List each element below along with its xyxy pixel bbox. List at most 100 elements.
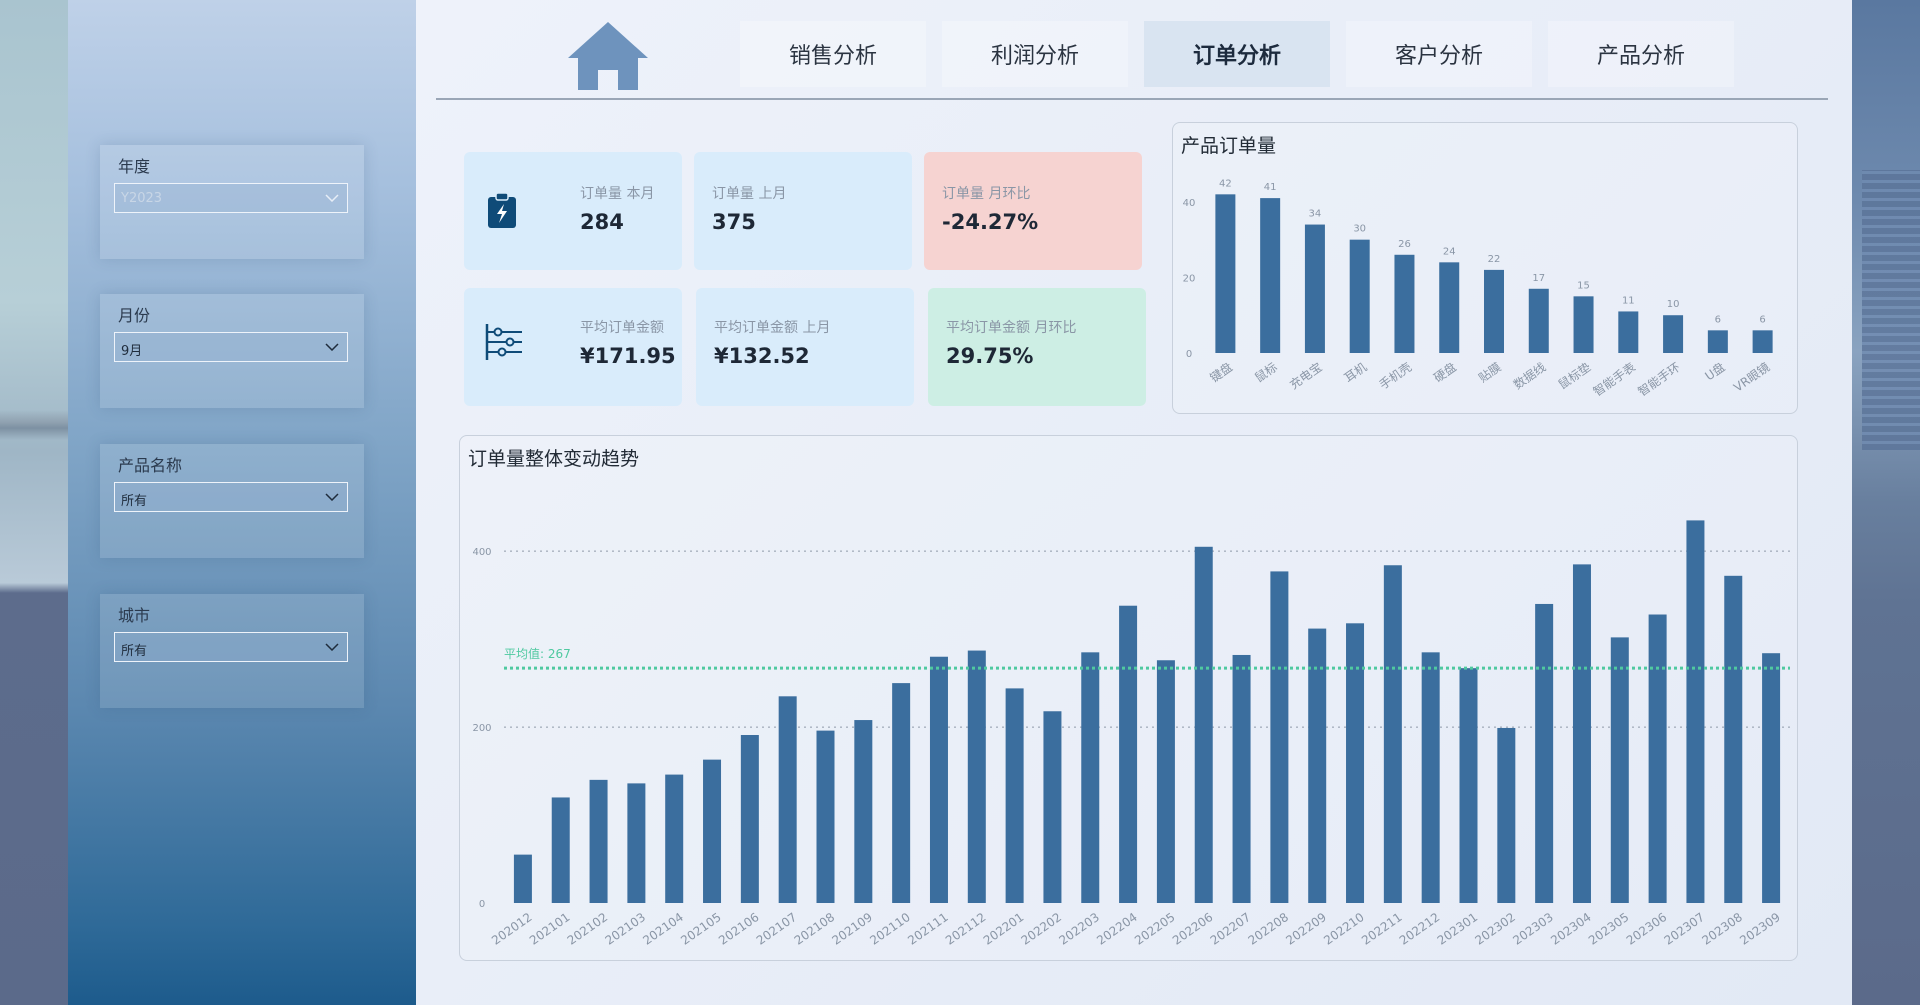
x-tick-label: 202110 bbox=[867, 910, 913, 948]
kpi-label: 平均订单金额 bbox=[580, 320, 664, 336]
kpi-orders-mom: 订单量 月环比 -24.27% bbox=[924, 152, 1142, 270]
x-tick-label: 202104 bbox=[640, 910, 686, 948]
data-label: 26 bbox=[1398, 239, 1411, 250]
x-tick-label: 202108 bbox=[792, 910, 838, 948]
month-select[interactable]: 9月 bbox=[114, 332, 348, 362]
bar bbox=[513, 854, 532, 903]
bar bbox=[854, 720, 873, 903]
bar bbox=[1648, 614, 1667, 903]
x-tick-label: 202209 bbox=[1283, 910, 1329, 948]
kpi-value: -24.27% bbox=[942, 210, 1039, 234]
bar bbox=[1260, 198, 1281, 353]
x-tick-label: 耳机 bbox=[1342, 360, 1370, 385]
x-tick-label: 202205 bbox=[1132, 910, 1178, 948]
average-line-label: 平均值: 267 bbox=[504, 646, 571, 661]
bar bbox=[1484, 269, 1504, 353]
bar bbox=[1270, 571, 1289, 903]
bar bbox=[1346, 623, 1365, 903]
bar bbox=[1459, 668, 1478, 903]
bar bbox=[1308, 628, 1327, 903]
bar bbox=[1081, 652, 1100, 903]
bar bbox=[1663, 315, 1684, 353]
kpi-label: 平均订单金额 上月 bbox=[714, 320, 831, 336]
background-bridge bbox=[0, 410, 68, 440]
filter-label-city: 城市 bbox=[118, 606, 151, 625]
data-label: 6 bbox=[1715, 314, 1721, 325]
x-tick-label: 202201 bbox=[981, 910, 1027, 948]
x-tick-label: 202207 bbox=[1208, 910, 1254, 948]
year-select[interactable]: Y2023 bbox=[114, 183, 348, 213]
data-label: 24 bbox=[1443, 246, 1456, 257]
x-tick-label: 202304 bbox=[1548, 910, 1594, 948]
bar bbox=[1005, 688, 1024, 903]
background-building bbox=[1862, 170, 1920, 450]
city-select[interactable]: 所有 bbox=[114, 632, 348, 662]
data-label: 30 bbox=[1353, 224, 1366, 235]
bar bbox=[892, 683, 911, 903]
kpi-label: 订单量 月环比 bbox=[942, 186, 1031, 202]
data-label: 6 bbox=[1759, 314, 1765, 325]
x-tick-label: 202203 bbox=[1056, 910, 1102, 948]
bar bbox=[778, 696, 797, 903]
kpi-avg-order-amount: 平均订单金额 ¥171.95 bbox=[464, 288, 682, 406]
bar bbox=[1610, 637, 1629, 903]
product-select-value: 所有 bbox=[121, 494, 148, 509]
x-tick-label: 智能手环 bbox=[1635, 359, 1683, 399]
data-label: 15 bbox=[1577, 280, 1590, 291]
bar bbox=[1573, 296, 1594, 353]
bar bbox=[816, 730, 835, 903]
bar bbox=[1686, 520, 1705, 903]
x-tick-label: 202103 bbox=[603, 910, 649, 948]
filter-label-product: 产品名称 bbox=[118, 456, 183, 475]
bar bbox=[1707, 330, 1728, 353]
y-tick-label: 0 bbox=[479, 899, 485, 910]
bar bbox=[929, 656, 948, 903]
data-label: 17 bbox=[1532, 273, 1545, 284]
tab-customer-analysis[interactable]: 客户分析 bbox=[1346, 21, 1532, 87]
chevron-down-icon bbox=[325, 343, 339, 351]
bar bbox=[703, 759, 722, 903]
bar bbox=[967, 650, 986, 903]
bar bbox=[1119, 605, 1138, 903]
home-icon[interactable] bbox=[566, 20, 650, 92]
year-select-value: Y2023 bbox=[121, 191, 163, 206]
product-orders-panel: 产品订单量 0 20 40 42 键盘 41 鼠标 34 充电宝 30 耳机 26 手机壳 24 硬盘 22 贴… bbox=[1172, 122, 1798, 414]
city-select-value: 所有 bbox=[121, 644, 148, 659]
y-tick-label: 200 bbox=[472, 723, 491, 734]
x-tick-label: 硬盘 bbox=[1431, 359, 1459, 385]
x-tick-label: 202204 bbox=[1094, 910, 1140, 948]
kpi-value: 284 bbox=[580, 210, 624, 234]
product-orders-chart: 0 20 40 42 键盘 41 鼠标 34 充电宝 30 耳机 26 手机壳 24 硬盘 22 贴膜 17 数据线… bbox=[1183, 178, 1773, 399]
filter-card-month: 月份 9月 bbox=[100, 294, 364, 408]
bar bbox=[1394, 254, 1415, 353]
x-tick-label: 202301 bbox=[1435, 910, 1481, 948]
y-tick-label: 400 bbox=[472, 547, 491, 558]
chevron-down-icon bbox=[325, 643, 339, 651]
x-tick-label: 贴膜 bbox=[1476, 360, 1504, 385]
x-tick-label: 202303 bbox=[1510, 910, 1556, 948]
filter-card-product: 产品名称 所有 bbox=[100, 444, 364, 558]
nav-divider bbox=[436, 98, 1828, 100]
tab-product-analysis[interactable]: 产品分析 bbox=[1548, 21, 1734, 87]
background-left-edge bbox=[0, 0, 68, 1005]
tab-sales-analysis[interactable]: 销售分析 bbox=[740, 21, 926, 87]
clipboard-lightning-icon bbox=[488, 192, 516, 228]
tab-order-analysis[interactable]: 订单分析 bbox=[1144, 21, 1330, 87]
tab-profit-analysis[interactable]: 利润分析 bbox=[942, 21, 1128, 87]
kpi-label: 平均订单金额 月环比 bbox=[946, 320, 1077, 336]
kpi-label: 订单量 本月 bbox=[580, 186, 655, 202]
kpi-value: ¥171.95 bbox=[580, 344, 676, 368]
x-tick-label: 202111 bbox=[905, 910, 951, 948]
order-trend-panel: 订单量整体变动趋势 0 200 400 202012 202101 202102 20210… bbox=[459, 435, 1798, 961]
bar bbox=[1535, 603, 1554, 903]
data-label: 11 bbox=[1622, 295, 1635, 306]
bar bbox=[1215, 194, 1236, 353]
bar bbox=[1439, 262, 1460, 353]
kpi-label: 订单量 上月 bbox=[712, 186, 787, 202]
x-tick-label: 鼠标 bbox=[1252, 360, 1280, 385]
bar bbox=[1194, 546, 1213, 903]
y-tick-label: 40 bbox=[1183, 198, 1196, 209]
x-tick-label: 202206 bbox=[1170, 910, 1216, 948]
x-tick-label: 202109 bbox=[829, 910, 875, 948]
product-select[interactable]: 所有 bbox=[114, 482, 348, 512]
